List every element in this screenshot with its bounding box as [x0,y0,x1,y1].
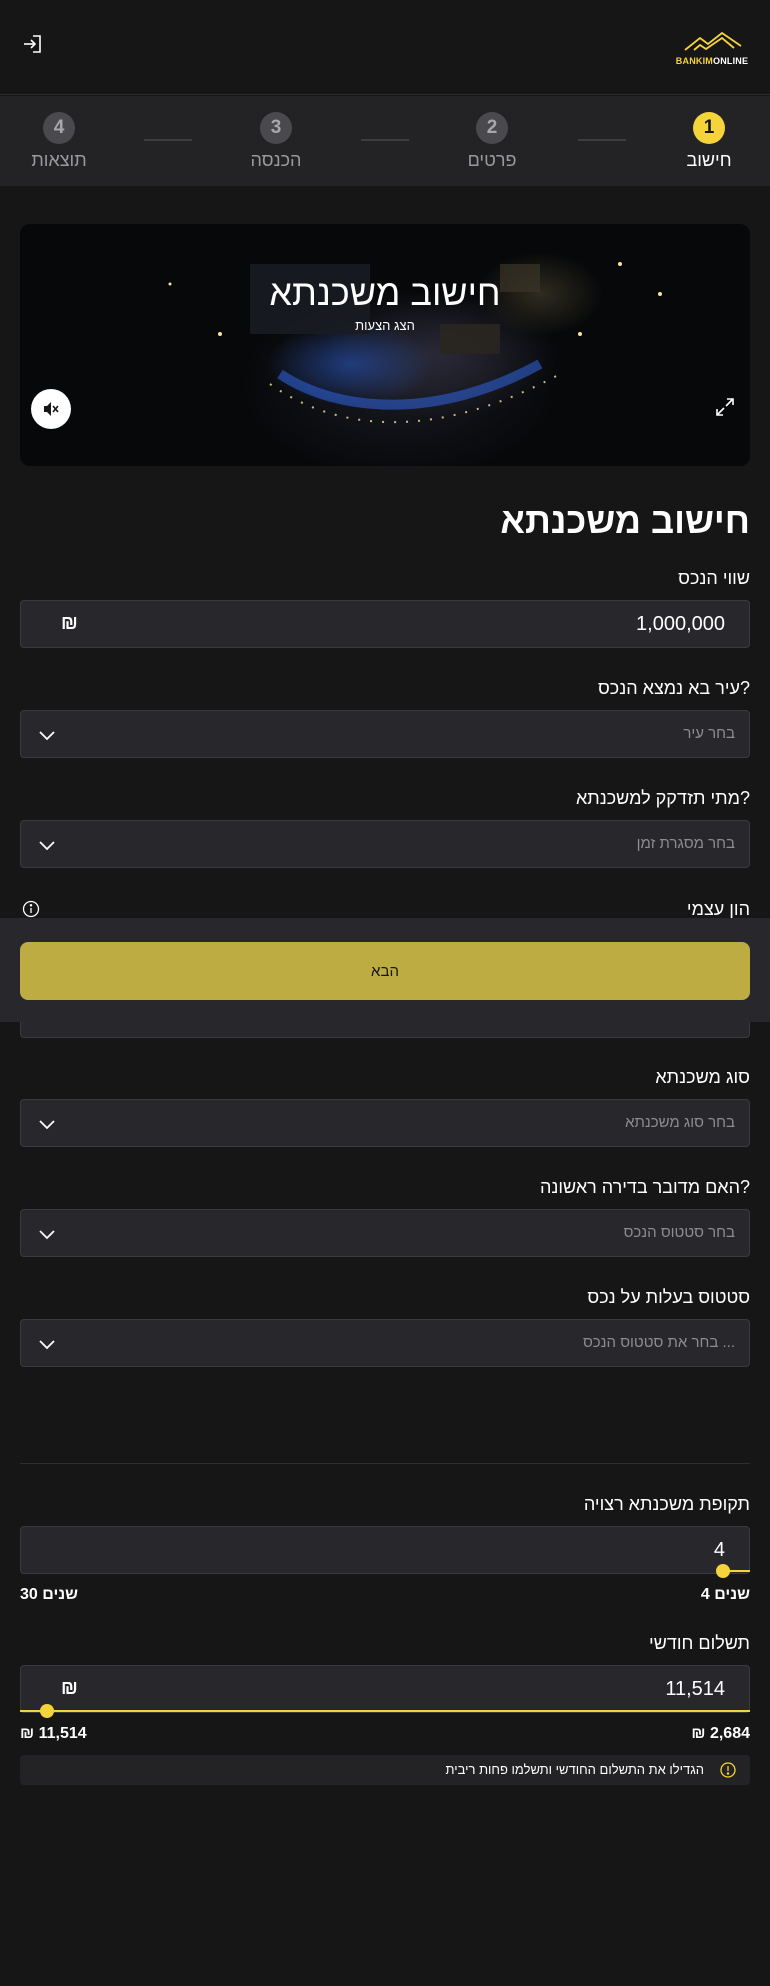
timeframe-select[interactable]: בחר מסגרת זמן [20,820,750,868]
step-number: 3 [260,112,292,144]
city-label: עיר בא נמצא הנכס? [597,678,750,698]
payment-slider-thumb[interactable] [40,1704,54,1718]
payment-value: 11,514 [665,1678,725,1700]
interest-tip: הגדילו את התשלום החודשי ותשלמו פחות ריבי… [20,1755,750,1785]
timeframe-placeholder: בחר מסגרת זמן [636,835,735,852]
step-calculation[interactable]: 1 חישוב [654,112,764,171]
ownership-label: סטטוס בעלות על נכס [587,1287,750,1307]
first-apartment-label: האם מדובר בדירה ראשונה? [539,1177,750,1197]
first-apartment-select[interactable]: בחר סטטוס הנכס [20,1209,750,1257]
property-value: 1,000,000 [636,613,725,635]
chevron-down-icon [39,841,55,851]
step-connector [361,139,409,141]
page-title: חישוב משכנתא [500,500,750,541]
chevron-down-icon [39,1230,55,1240]
chevron-down-icon [39,1340,55,1350]
period-max-label: 30 שנים [20,1586,79,1603]
info-icon[interactable] [22,900,40,918]
step-label: פרטים [467,150,517,170]
payment-input[interactable]: 11,514 ₪ [20,1665,750,1713]
period-value: 4 [713,1539,725,1561]
mortgage-type-placeholder: בחר סוג משכנתא [625,1114,735,1131]
step-number: 1 [693,112,725,144]
mute-icon[interactable] [31,389,71,429]
timeframe-label: מתי תזדקק למשכנתא? [575,788,750,808]
property-value-input[interactable]: 1,000,000 ₪ [20,600,750,648]
section-divider [20,1463,750,1464]
period-input[interactable]: 4 [20,1526,750,1574]
payment-slider-track[interactable] [20,1710,750,1712]
city-placeholder: בחר עיר [683,725,735,742]
logo[interactable]: BANKIMONLINE [672,28,752,68]
currency-shekel-icon: ₪ [61,1678,78,1699]
tip-text: הגדילו את התשלום החודשי ותשלמו פחות ריבי… [445,1762,704,1777]
step-number: 4 [43,112,75,144]
mortgage-type-label: סוג משכנתא [655,1067,750,1087]
period-min-label: 4 שנים [700,1586,750,1603]
step-income[interactable]: 3 הכנסה [221,112,331,171]
currency-shekel-icon: ₪ [61,613,78,634]
chevron-down-icon [39,1120,55,1130]
chevron-down-icon [39,731,55,741]
payment-min-label: ₪ 2,684 [691,1725,750,1742]
ownership-placeholder: בחר את סטטוס הנכס ... [582,1334,735,1351]
sticky-footer: הבא [0,918,770,1022]
payment-max-label: ₪ 11,514 [20,1725,87,1742]
step-label: חישוב [686,150,732,170]
mortgage-type-select[interactable]: בחר סוג משכנתא [20,1099,750,1147]
step-connector [578,139,626,141]
step-label: תוצאות [31,150,87,170]
period-label: תקופת משכנתא רצויה [583,1494,750,1514]
video-subtitle: הצג הצעות [355,318,415,333]
period-slider-thumb[interactable] [716,1564,730,1578]
first-apartment-placeholder: בחר סטטוס הנכס [623,1224,735,1241]
video-title: חישוב משכנתא [269,272,501,313]
fullscreen-icon[interactable] [714,396,736,418]
logo-roof-icon [684,31,742,51]
video-frame [168,262,662,424]
logo-text: BANKIMONLINE [675,56,749,66]
payment-label: תשלום חודשי [649,1633,750,1653]
logout-icon[interactable] [18,30,46,58]
property-value-label: שווי הנכס [678,568,750,588]
next-button[interactable]: הבא [20,942,750,1000]
stepper: 1 חישוב 2 פרטים 3 הכנסה 4 תוצאות [0,96,770,186]
intro-video[interactable]: חישוב משכנתא הצג הצעות [20,224,750,466]
city-select[interactable]: בחר עיר [20,710,750,758]
step-details[interactable]: 2 פרטים [437,112,547,171]
step-label: הכנסה [250,150,302,170]
equity-input[interactable] [20,1022,750,1038]
step-results[interactable]: 4 תוצאות [4,112,114,171]
step-connector [144,139,192,141]
step-number: 2 [476,112,508,144]
warning-icon [720,1762,736,1778]
header: BANKIMONLINE [0,0,770,95]
equity-label: הון עצמי [686,899,750,919]
ownership-select[interactable]: בחר את סטטוס הנכס ... [20,1319,750,1367]
